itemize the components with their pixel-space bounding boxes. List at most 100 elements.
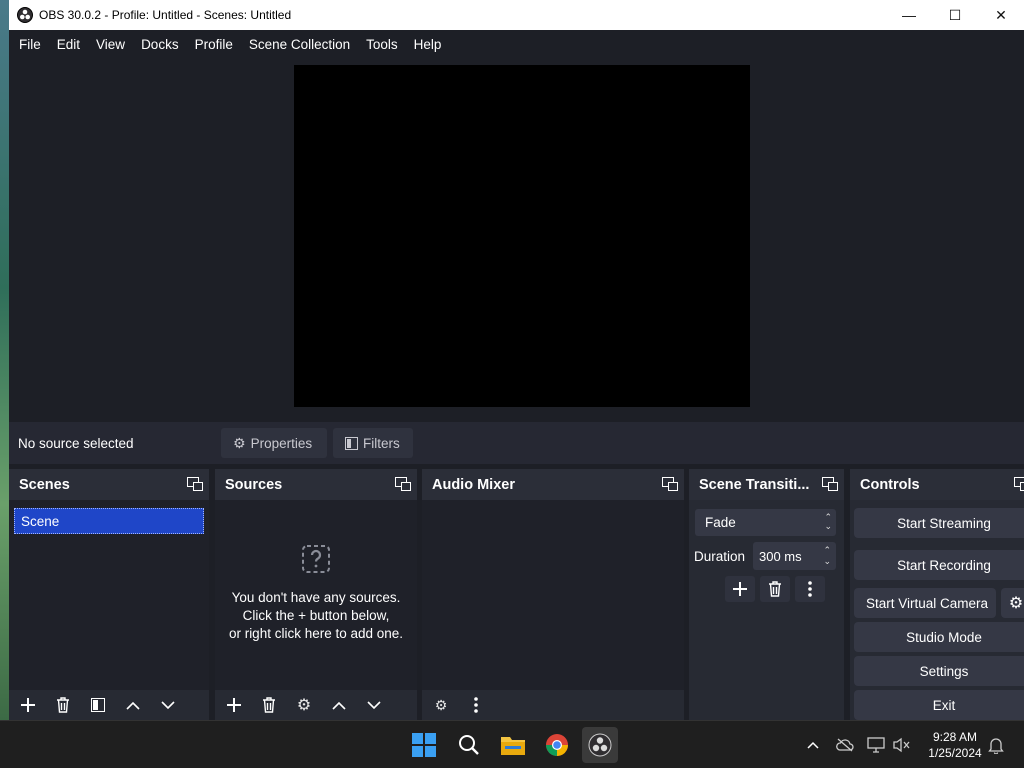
source-properties-button[interactable]: ⚙ [289,692,319,718]
sources-dock-header: Sources [215,469,417,500]
sources-empty-line-1: You don't have any sources. [231,590,401,605]
clock[interactable]: 9:28 AM 1/25/2024 [920,729,990,761]
menu-view[interactable]: View [88,37,133,52]
clock-date: 1/25/2024 [928,746,982,760]
gear-icon: ⚙ [296,697,312,714]
start-button[interactable] [406,727,442,763]
chevron-up-icon[interactable] [803,735,823,755]
transition-menu-button[interactable] [795,576,825,602]
close-button[interactable]: ✕ [978,0,1024,30]
chrome-button[interactable] [539,727,575,763]
sources-toolbar: ⚙ [215,690,417,720]
gears-icon: ⚙ [434,696,448,713]
search-button[interactable] [451,727,487,763]
chevron-up-icon [332,701,346,710]
audio-mixer-dock-title: Audio Mixer [432,476,515,493]
scene-transitions-dock-title: Scene Transiti... [699,476,810,493]
menu-profile[interactable]: Profile [187,37,241,52]
transition-toolbar [725,576,830,602]
obs-main-window: OBS 30.0.2 - Profile: Untitled - Scenes:… [9,0,1024,720]
add-source-button[interactable] [219,692,249,718]
preview-area[interactable] [9,58,1024,420]
remove-transition-button[interactable] [760,576,790,602]
undock-icon[interactable] [662,477,678,491]
menu-tools[interactable]: Tools [358,37,406,52]
question-icon [302,545,330,573]
sources-empty-line-2: Click the + button below, [242,608,390,623]
duration-label: Duration [694,549,746,564]
menu-docks[interactable]: Docks [133,37,187,52]
controls-dock-header: Controls [850,469,1024,500]
duration-spinbox[interactable]: 300 ms ⌃ ⌄ [753,542,836,570]
more-vertical-icon [474,697,478,713]
cloud-off-icon[interactable] [835,735,855,755]
start-streaming-button[interactable]: Start Streaming [854,508,1024,538]
obs-logo-icon [588,733,612,757]
move-scene-down-button[interactable] [153,692,183,718]
maximize-button[interactable]: ☐ [932,0,978,30]
undock-icon[interactable] [822,477,838,491]
filters-label: Filters [363,435,400,451]
chrome-icon [546,734,568,756]
scene-transitions-body: Fade ⌃ ⌄ Duration 300 ms ⌃ ⌄ [689,500,844,720]
remove-source-button[interactable] [254,692,284,718]
volume-muted-icon[interactable] [892,735,912,755]
trash-icon [769,581,781,597]
scene-list-item[interactable]: Scene [14,508,204,534]
no-source-label: No source selected [18,435,134,451]
gear-icon: ⚙ [1008,595,1024,612]
advanced-audio-properties-button[interactable]: ⚙ [426,692,456,718]
window-title: OBS 30.0.2 - Profile: Untitled - Scenes:… [39,8,292,22]
scene-filters-button[interactable] [83,692,113,718]
controls-dock: Controls Start Streaming Start Recording… [850,469,1024,720]
sources-empty-line-3: or right click here to add one. [228,626,404,641]
undock-icon[interactable] [1014,477,1024,491]
chevron-down-icon [367,700,381,709]
studio-mode-button[interactable]: Studio Mode [854,622,1024,652]
remove-scene-button[interactable] [48,692,78,718]
plus-icon [227,698,241,712]
audio-mixer-body [422,500,684,690]
move-source-down-button[interactable] [359,692,389,718]
sources-dock-title: Sources [225,476,283,493]
notification-bell-icon[interactable] [986,735,1006,755]
menu-scene-collection[interactable]: Scene Collection [241,37,358,52]
menu-edit[interactable]: Edit [49,37,88,52]
scene-transitions-dock: Scene Transiti... Fade ⌃ ⌄ Duration 300 m… [689,469,844,720]
move-source-up-button[interactable] [324,692,354,718]
network-icon[interactable] [866,735,886,755]
preview-canvas[interactable] [294,65,750,407]
controls-dock-title: Controls [860,476,920,493]
menu-help[interactable]: Help [406,37,450,52]
windows-logo-icon [412,733,436,757]
scenes-dock-header: Scenes [9,469,209,500]
start-virtual-camera-button[interactable]: Start Virtual Camera [854,588,996,618]
move-scene-up-button[interactable] [118,692,148,718]
menu-bar: File Edit View Docks Profile Scene Colle… [9,30,1024,58]
filters-button[interactable]: Filters [333,428,413,458]
filter-icon [345,436,358,450]
undock-icon[interactable] [187,477,203,491]
gear-icon: ⚙ [233,434,246,451]
properties-label: Properties [250,435,313,451]
add-scene-button[interactable] [13,692,43,718]
exit-button[interactable]: Exit [854,690,1024,720]
properties-button[interactable]: ⚙ Properties [221,428,327,458]
source-context-bar: No source selected ⚙ Properties Filters [9,422,1024,464]
audio-mixer-menu-button[interactable] [461,692,491,718]
add-transition-button[interactable] [725,576,755,602]
start-recording-button[interactable]: Start Recording [854,550,1024,580]
settings-button[interactable]: Settings [854,656,1024,686]
menu-file[interactable]: File [11,37,49,52]
transition-select[interactable]: Fade ⌃ ⌄ [695,509,836,536]
undock-icon[interactable] [395,477,411,491]
scene-transitions-dock-header: Scene Transiti... [689,469,844,500]
virtual-camera-settings-button[interactable]: ⚙ [1001,588,1024,618]
file-explorer-button[interactable] [495,727,531,763]
obs-taskbar-button[interactable] [582,727,618,763]
minimize-button[interactable]: — [886,0,932,30]
sources-list[interactable]: You don't have any sources. Click the + … [215,500,417,690]
filter-icon [91,698,105,712]
scenes-list[interactable]: Scene [9,500,209,690]
spin-arrows-icon[interactable]: ⌃ ⌄ [823,545,831,567]
